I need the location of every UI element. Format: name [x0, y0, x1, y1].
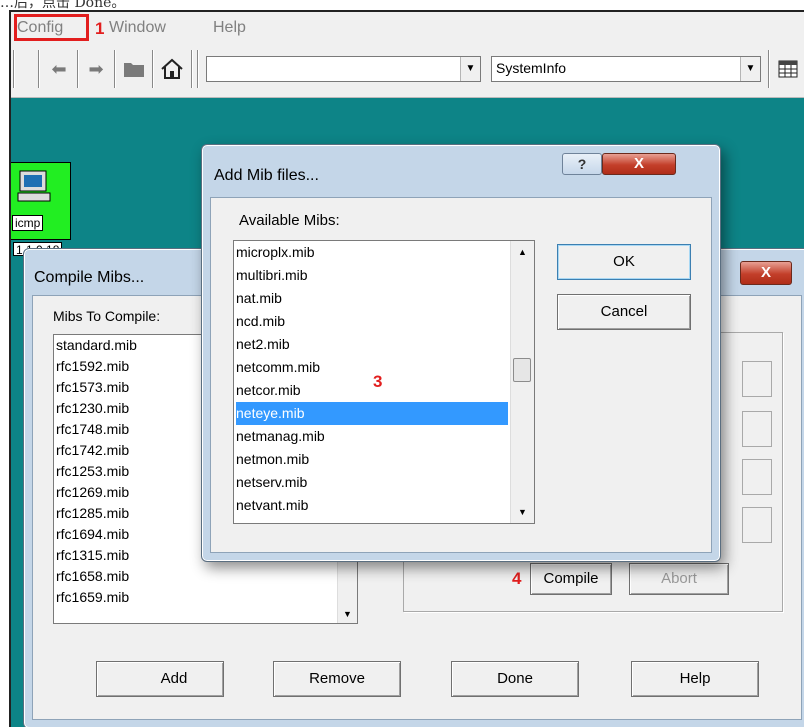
list-item[interactable]: netserv.mib [236, 471, 508, 494]
table-icon[interactable] [773, 54, 803, 84]
folder-icon[interactable] [119, 54, 149, 84]
scroll-up-icon[interactable]: ▲ [518, 247, 527, 257]
node-label: icmp [12, 215, 44, 231]
list-item[interactable]: netmon.mib [236, 448, 508, 471]
toolbar-separator [13, 50, 15, 88]
list-item[interactable]: netvant.mib [236, 494, 508, 517]
step-marker-1: 1 [95, 19, 105, 38]
compile-dialog-title: Compile Mibs... [34, 269, 145, 286]
list-item[interactable]: microplx.mib [236, 241, 508, 264]
list-item[interactable]: rfc1315.mib [56, 545, 129, 566]
list-item[interactable]: rfc1285.mib [56, 503, 129, 524]
remove-button[interactable]: Remove [273, 661, 401, 697]
scroll-thumb[interactable] [513, 358, 531, 382]
close-icon[interactable]: X [740, 261, 792, 285]
close-icon[interactable]: X [602, 153, 676, 175]
scroll-down-icon[interactable]: ▼ [518, 507, 527, 517]
mibs-to-compile-label: Mibs To Compile: [53, 308, 161, 324]
cancel-button[interactable]: Cancel [557, 294, 691, 330]
menu-config[interactable]: Config [17, 19, 63, 37]
view-combobox-value: SystemInfo [496, 60, 567, 76]
done-button[interactable]: Done [451, 661, 579, 697]
available-mibs-list[interactable]: microplx.mib multibri.mib nat.mib ncd.mib ne… [233, 240, 535, 524]
list-item[interactable]: netcor.mib [236, 379, 508, 402]
toolbar-separator [191, 50, 193, 88]
toolbar-separator [38, 50, 40, 88]
toolbar-separator [768, 50, 770, 88]
forward-arrow-icon[interactable]: ➡ [81, 54, 111, 84]
list-item[interactable]: rfc1658.mib [56, 566, 129, 587]
computer-icon [17, 170, 51, 202]
scroll-down-icon[interactable]: ▼ [343, 609, 352, 619]
step-marker-4: 4 [512, 569, 522, 588]
toolbar: ⬅ ➡ ▼ SystemInfo ▼ [11, 44, 804, 98]
list-item[interactable]: rfc1253.mib [56, 461, 129, 482]
list-item[interactable]: rfc1742.mib [56, 440, 129, 461]
add-mib-files-dialog: Add Mib files... ? X Available Mibs: mic… [201, 144, 721, 562]
toolbar-separator [197, 50, 199, 88]
menu-bar: Config 1 Window Help [11, 12, 804, 44]
list-item[interactable]: net2.mib [236, 333, 508, 356]
list-item[interactable]: rfc1659.mib [56, 587, 129, 608]
toolbar-separator [152, 50, 154, 88]
home-icon[interactable] [157, 54, 187, 84]
list-item[interactable]: neteye.mib [236, 402, 508, 425]
list-item[interactable]: rfc1573.mib [56, 377, 129, 398]
list-item[interactable]: netcomm.mib [236, 356, 508, 379]
add-mib-dialog-title: Add Mib files... [214, 167, 319, 184]
help-question-icon[interactable]: ? [562, 153, 602, 175]
caption-text: …后，点击 Done。 [0, 0, 126, 10]
back-arrow-icon[interactable]: ⬅ [44, 54, 74, 84]
step-marker-3: 3 [373, 372, 383, 391]
compile-button[interactable]: Compile [530, 563, 612, 595]
abort-button[interactable]: Abort [629, 563, 729, 595]
list-item[interactable]: multibri.mib [236, 264, 508, 287]
list-item[interactable]: netmanag.mib [236, 425, 508, 448]
chevron-down-icon[interactable]: ▼ [740, 57, 760, 81]
help-button[interactable]: Help [631, 661, 759, 697]
view-combobox[interactable]: SystemInfo ▼ [491, 56, 761, 82]
menu-help[interactable]: Help [213, 19, 246, 37]
ok-button[interactable]: OK [557, 244, 691, 280]
scrollbar[interactable]: ▲ ▼ [510, 241, 534, 523]
network-node[interactable]: icmp [11, 162, 71, 240]
status-field [742, 507, 772, 543]
toolbar-separator [77, 50, 79, 88]
list-item[interactable]: nat.mib [236, 287, 508, 310]
path-combobox[interactable]: ▼ [206, 56, 481, 82]
list-item[interactable]: rfc1694.mib [56, 524, 129, 545]
list-item[interactable]: ncd.mib [236, 310, 508, 333]
toolbar-separator [114, 50, 116, 88]
menu-window[interactable]: Window [109, 19, 166, 37]
add-mib-dialog-body: Available Mibs: microplx.mib multibri.mib… [210, 197, 712, 553]
add-button[interactable]: Add [96, 661, 224, 697]
status-field [742, 361, 772, 397]
list-item[interactable]: rfc1230.mib [56, 398, 129, 419]
list-item[interactable]: standard.mib [56, 335, 137, 356]
chevron-down-icon[interactable]: ▼ [460, 57, 480, 81]
status-field [742, 459, 772, 495]
status-field [742, 411, 772, 447]
list-item[interactable]: rfc1269.mib [56, 482, 129, 503]
list-item[interactable]: rfc1748.mib [56, 419, 129, 440]
app-window: Config 1 Window Help ⬅ ➡ ▼ SystemInfo ▼ [9, 10, 804, 727]
available-mibs-label: Available Mibs: [239, 212, 340, 229]
list-item[interactable]: rfc1592.mib [56, 356, 129, 377]
